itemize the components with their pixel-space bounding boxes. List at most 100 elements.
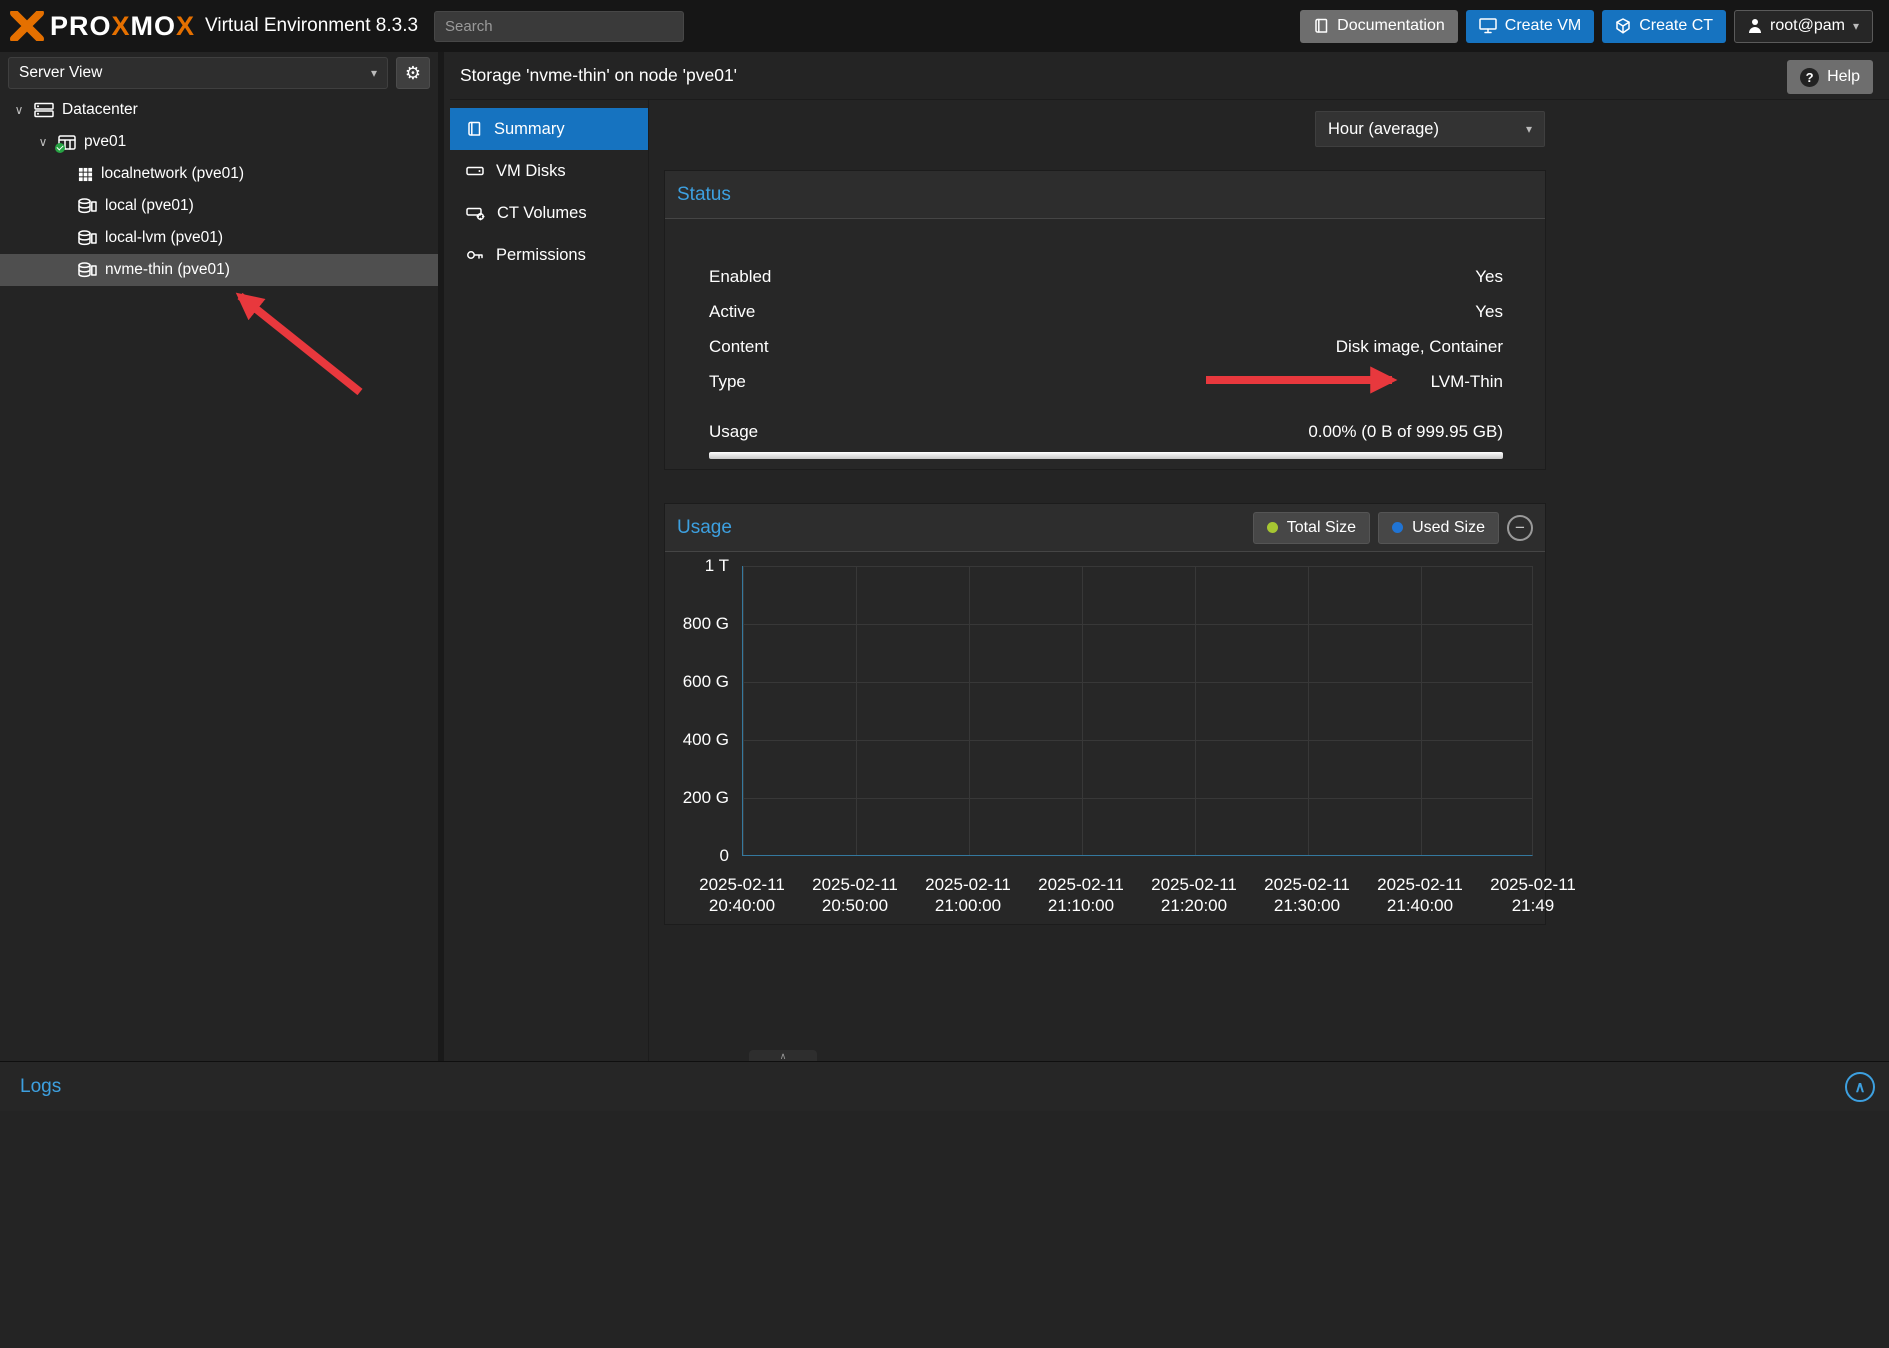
x-tick: 2025-02-11 21:49 (1476, 874, 1590, 916)
logs-title: Logs (0, 1076, 61, 1098)
tree-item-datacenter[interactable]: ∨ Datacenter (0, 94, 438, 126)
user-icon (1748, 19, 1762, 33)
x-tick: 2025-02-11 21:10:00 (1024, 874, 1138, 916)
legend-used-size[interactable]: Used Size (1378, 512, 1499, 544)
status-label: Content (709, 337, 769, 357)
user-menu-button[interactable]: root@pam ▾ (1734, 10, 1873, 43)
help-button[interactable]: ? Help (1787, 60, 1873, 94)
create-vm-button[interactable]: Create VM (1466, 10, 1594, 43)
x-tick: 2025-02-11 21:40:00 (1363, 874, 1477, 916)
x-tick: 2025-02-11 21:20:00 (1137, 874, 1251, 916)
logs-expand-button[interactable]: ∧ (1845, 1072, 1875, 1102)
x-tick: 2025-02-11 21:00:00 (911, 874, 1025, 916)
tree-item-label: Datacenter (62, 101, 138, 119)
total-size-dot-icon (1267, 522, 1278, 533)
tab-vm-disks[interactable]: VM Disks (450, 150, 648, 192)
usage-panel-title: Usage (677, 517, 732, 539)
y-tick: 200 G (665, 788, 729, 808)
search-input[interactable] (434, 11, 684, 42)
status-label: Usage (709, 422, 758, 442)
expand-caret-icon[interactable]: ∨ (12, 103, 26, 117)
node-online-check-icon (55, 143, 65, 153)
status-row-usage: Usage 0.00% (0 B of 999.95 GB) (665, 414, 1545, 449)
storage-icon (78, 230, 97, 246)
user-label: root@pam (1770, 17, 1845, 35)
chevron-up-icon: ∧ (1855, 1078, 1866, 1096)
status-value: Yes (1475, 302, 1503, 322)
status-value: LVM-Thin (1431, 372, 1503, 392)
top-bar: PROXMOX Virtual Environment 8.3.3 Docume… (0, 0, 1889, 52)
status-value: Disk image, Container (1336, 337, 1503, 357)
tree-item-localnetwork[interactable]: localnetwork (pve01) (0, 158, 438, 190)
status-label: Enabled (709, 267, 771, 287)
chevron-down-icon: ▾ (371, 67, 377, 79)
monitor-icon (1479, 18, 1497, 34)
chevron-down-icon: ▾ (1526, 123, 1532, 135)
tree-item-label: pve01 (84, 133, 126, 151)
usage-chart-panel: Usage Total Size Used Size − 1 T 800 G (664, 503, 1546, 925)
disk-icon (466, 163, 484, 179)
volume-icon (466, 205, 485, 221)
y-tick: 600 G (665, 672, 729, 692)
network-grid-icon (78, 167, 93, 182)
storage-icon (78, 198, 97, 214)
content-header: Storage 'nvme-thin' on node 'pve01' ? He… (450, 52, 1889, 100)
create-ct-button[interactable]: Create CT (1602, 10, 1726, 43)
storage-icon (78, 262, 97, 278)
logs-panel-body (0, 1111, 1889, 1348)
tree-item-storage-local[interactable]: local (pve01) (0, 190, 438, 222)
tree-item-label: local (pve01) (105, 197, 194, 215)
create-vm-label: Create VM (1505, 17, 1581, 35)
proxmox-logo: PROXMOX (10, 11, 195, 42)
tab-label: CT Volumes (497, 204, 587, 223)
help-label: Help (1827, 68, 1860, 86)
storage-nav-panel: Summary VM Disks CT Volumes Permissions (450, 100, 649, 1061)
y-tick: 1 T (665, 556, 729, 576)
tree-item-storage-local-lvm[interactable]: local-lvm (pve01) (0, 222, 438, 254)
usage-progress-bar (709, 452, 1503, 459)
chevron-down-icon: ▾ (1853, 20, 1859, 32)
documentation-button[interactable]: Documentation (1300, 10, 1458, 43)
proxmox-logo-icon (10, 11, 44, 41)
status-row-active: Active Yes (665, 294, 1545, 329)
documentation-label: Documentation (1337, 17, 1445, 35)
chart-plot-area (742, 566, 1533, 856)
gear-icon: ⚙ (405, 63, 421, 84)
status-row-type: Type LVM-Thin (665, 364, 1545, 399)
tab-summary[interactable]: Summary (450, 108, 648, 150)
tree-item-storage-nvme-thin[interactable]: nvme-thin (pve01) (0, 254, 438, 286)
legend-label: Total Size (1287, 519, 1356, 537)
y-tick: 0 (665, 846, 729, 866)
tab-label: Permissions (496, 246, 586, 265)
tree-item-label: localnetwork (pve01) (101, 165, 244, 183)
time-range-select[interactable]: Hour (average) ▾ (1315, 111, 1545, 147)
chart-legend: Total Size Used Size − (1253, 512, 1533, 544)
used-size-dot-icon (1392, 522, 1403, 533)
view-selector-value: Server View (19, 64, 102, 82)
logs-panel-header[interactable]: Logs ∧ (0, 1061, 1889, 1111)
expand-caret-icon[interactable]: ∨ (36, 135, 50, 149)
time-range-value: Hour (average) (1328, 120, 1439, 139)
status-panel: Status Enabled Yes Active Yes Content Di… (664, 170, 1546, 470)
y-tick: 800 G (665, 614, 729, 634)
tree-item-node-pve01[interactable]: ∨ pve01 (0, 126, 438, 158)
summary-book-icon (466, 121, 482, 137)
view-selector[interactable]: Server View ▾ (8, 57, 388, 89)
x-tick: 2025-02-11 20:50:00 (798, 874, 912, 916)
x-tick: 2025-02-11 20:40:00 (685, 874, 799, 916)
legend-total-size[interactable]: Total Size (1253, 512, 1370, 544)
tab-permissions[interactable]: Permissions (450, 234, 648, 276)
version-subtitle: Virtual Environment 8.3.3 (205, 15, 418, 37)
minus-icon: − (1515, 519, 1525, 536)
page-title: Storage 'nvme-thin' on node 'pve01' (450, 65, 737, 86)
tree-settings-button[interactable]: ⚙ (396, 57, 430, 89)
tab-ct-volumes[interactable]: CT Volumes (450, 192, 648, 234)
status-label: Type (709, 372, 746, 392)
status-value: Yes (1475, 267, 1503, 287)
book-icon (1313, 18, 1329, 34)
create-ct-label: Create CT (1639, 17, 1713, 35)
y-axis-labels: 1 T 800 G 600 G 400 G 200 G 0 (665, 566, 729, 856)
logs-splitter-handle[interactable]: ∧ (749, 1050, 817, 1061)
collapse-chart-button[interactable]: − (1507, 515, 1533, 541)
legend-label: Used Size (1412, 519, 1485, 537)
